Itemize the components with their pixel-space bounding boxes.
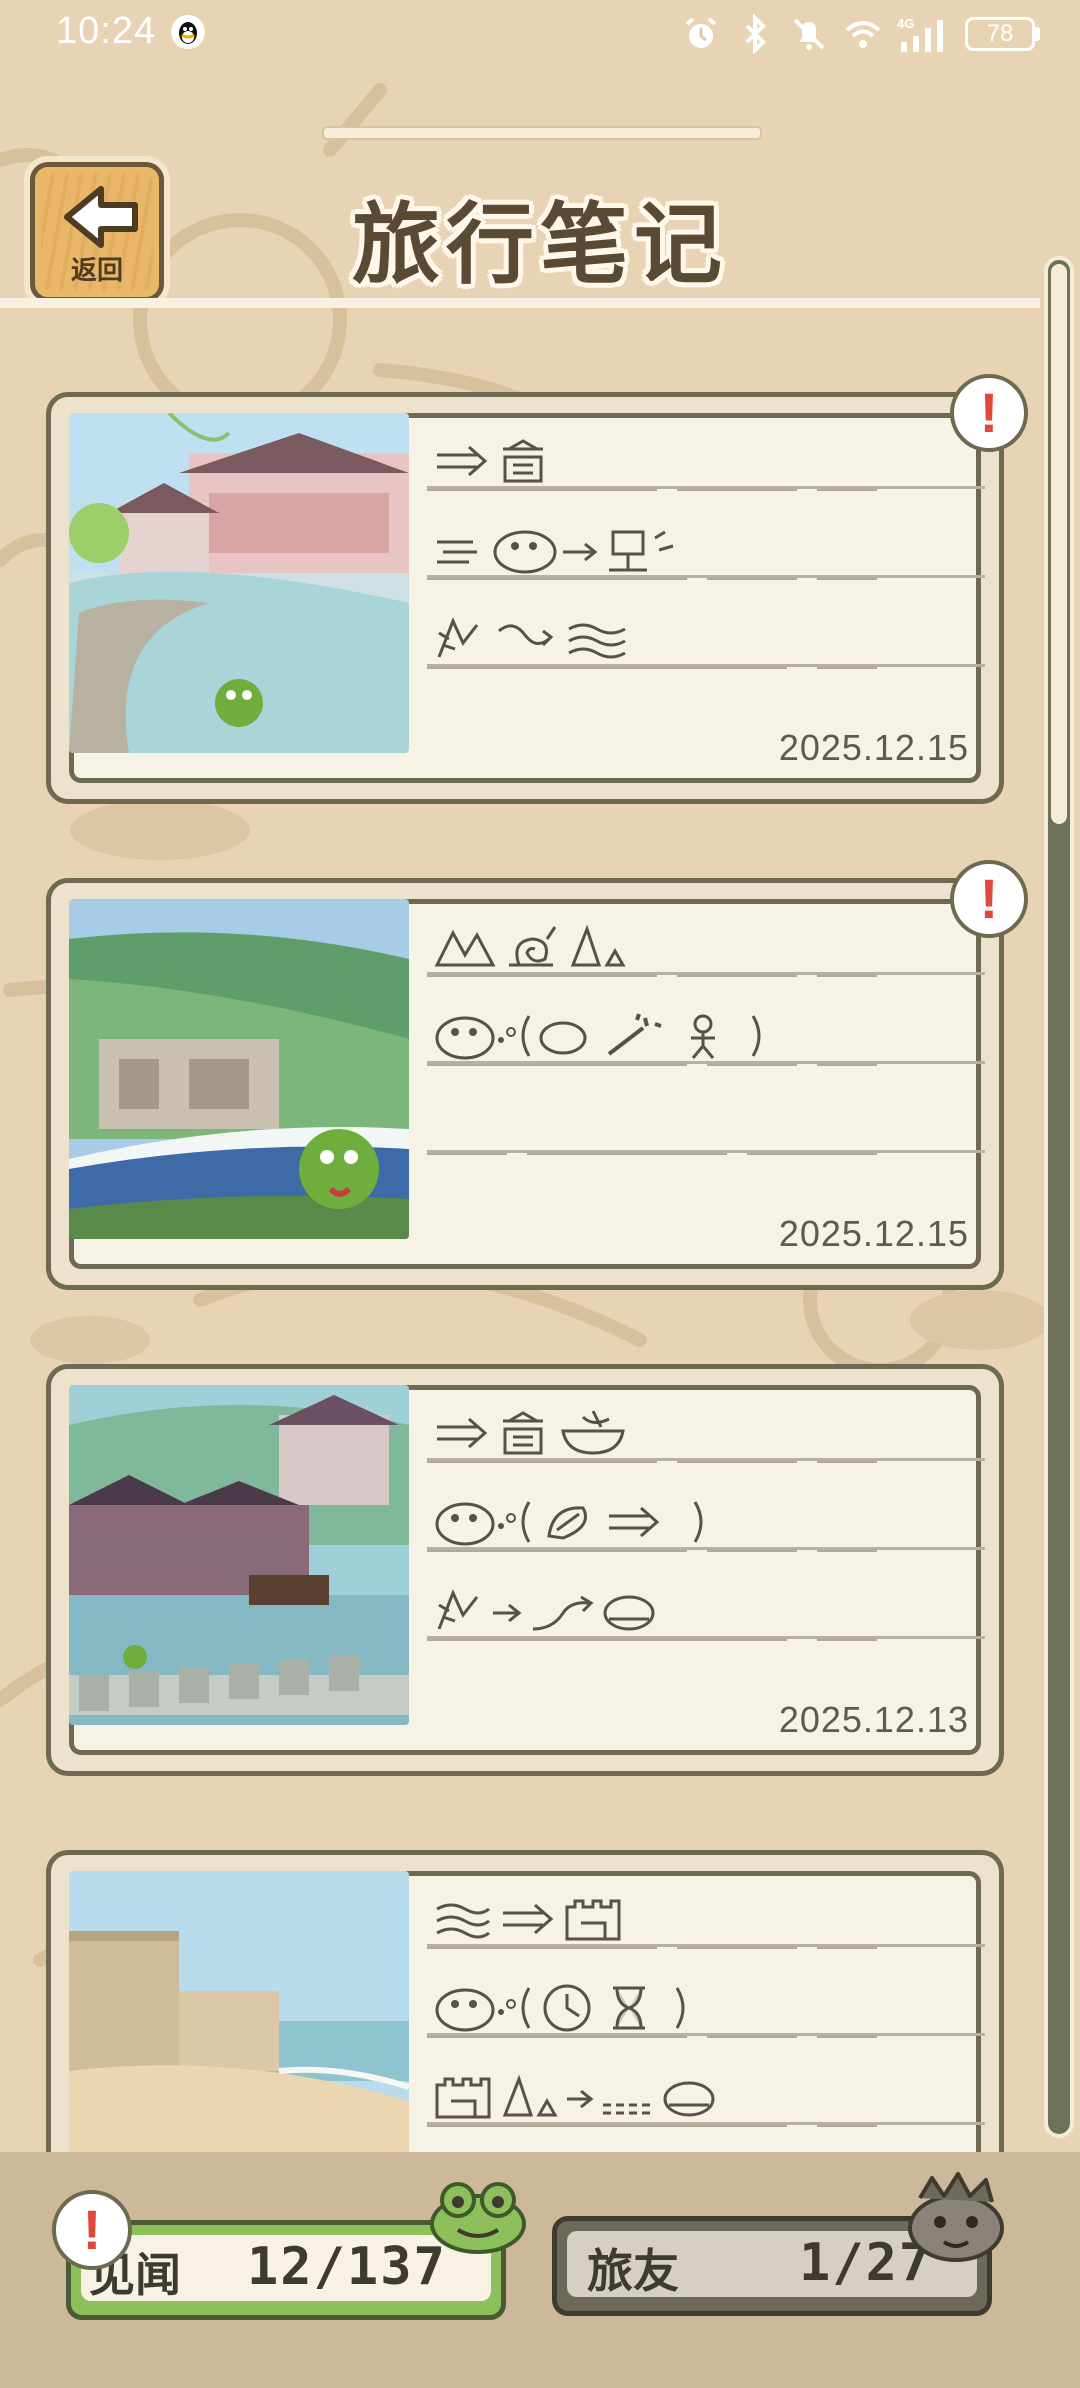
note-card[interactable]: 2025.12.15: [46, 392, 1004, 804]
scrollbar-thumb[interactable]: [1051, 264, 1067, 824]
header-divider: [0, 298, 1040, 308]
alert-badge[interactable]: !: [950, 374, 1028, 452]
lizard-friend-icon: [908, 2172, 1004, 2262]
status-icons: 4G 78: [681, 12, 1040, 56]
note-photo[interactable]: [69, 899, 409, 1239]
svg-text:4G: 4G: [897, 16, 914, 31]
note-text-lines: [427, 1385, 985, 1652]
seen-alert-badge[interactable]: !: [52, 2190, 132, 2270]
battery-icon: 78: [965, 17, 1040, 51]
note-line: [427, 1960, 985, 2049]
note-text-lines: [427, 1871, 985, 2138]
bluetooth-icon: [745, 14, 766, 54]
note-photo[interactable]: [69, 1385, 409, 1725]
note-card[interactable]: 2025.12.13: [46, 1364, 1004, 1776]
mountains-snail-rocks-icon: [434, 924, 626, 967]
alert-badge[interactable]: !: [950, 860, 1028, 938]
note-line: [427, 1563, 985, 1652]
travel-to-pavilion-icon: [437, 439, 543, 483]
page-title: 旅行笔记: [351, 193, 728, 296]
frog-thinks-rice-wand-person-icon: [435, 1013, 761, 1060]
note-text-lines: [427, 413, 985, 680]
status-bar: 10:24 4G 78: [0, 0, 1080, 70]
battery-level: 78: [965, 17, 1035, 51]
frog-icon: [430, 2182, 526, 2254]
status-time: 10:24: [56, 10, 157, 52]
note-line: [427, 1871, 985, 1960]
frog-thinks-leaf-travel-icon: [435, 1501, 703, 1546]
alert-icon: !: [979, 867, 999, 930]
scrollbar[interactable]: [1044, 256, 1074, 2138]
note-line: [427, 1385, 985, 1474]
seen-value: 12/137: [247, 2237, 447, 2297]
note-date: 2025.12.15: [778, 727, 969, 768]
excited-climb-rice-icon: [437, 1589, 655, 1631]
alert-icon: !: [82, 2198, 102, 2261]
note-line: [427, 988, 985, 1077]
note-line: [427, 2049, 985, 2138]
alert-icon: !: [979, 381, 999, 444]
note-line: [427, 1474, 985, 1563]
travel-pavilion-bowl-icon: [437, 1410, 625, 1455]
note-date: 2025.12.15: [778, 1213, 969, 1254]
note-line: [427, 899, 985, 988]
qq-icon: [171, 15, 205, 49]
frog-wind-goal-icon: [437, 530, 674, 574]
note-line: [427, 1077, 985, 1166]
note-line: [427, 591, 985, 680]
mute-icon: [793, 18, 825, 50]
note-photo[interactable]: [69, 413, 409, 753]
note-text-lines: [427, 899, 985, 1166]
fortress-rocks-travel-road-rice-icon: [435, 2074, 715, 2119]
excited-flow-water-icon: [437, 617, 626, 659]
frog-thinks-clock-hourglass-icon: [435, 1984, 685, 2032]
drag-handle[interactable]: [322, 126, 762, 140]
signal-4g-icon: 4G: [897, 16, 943, 52]
note-card[interactable]: 2025.12.15: [46, 878, 1004, 1290]
friends-label: 旅友: [587, 2244, 679, 2298]
alarm-icon: [685, 17, 717, 48]
note-line: [427, 502, 985, 591]
water-travel-fortress-icon: [436, 1899, 621, 1941]
note-line: [427, 413, 985, 502]
wifi-icon: [845, 21, 881, 48]
note-date: 2025.12.13: [778, 1699, 969, 1740]
